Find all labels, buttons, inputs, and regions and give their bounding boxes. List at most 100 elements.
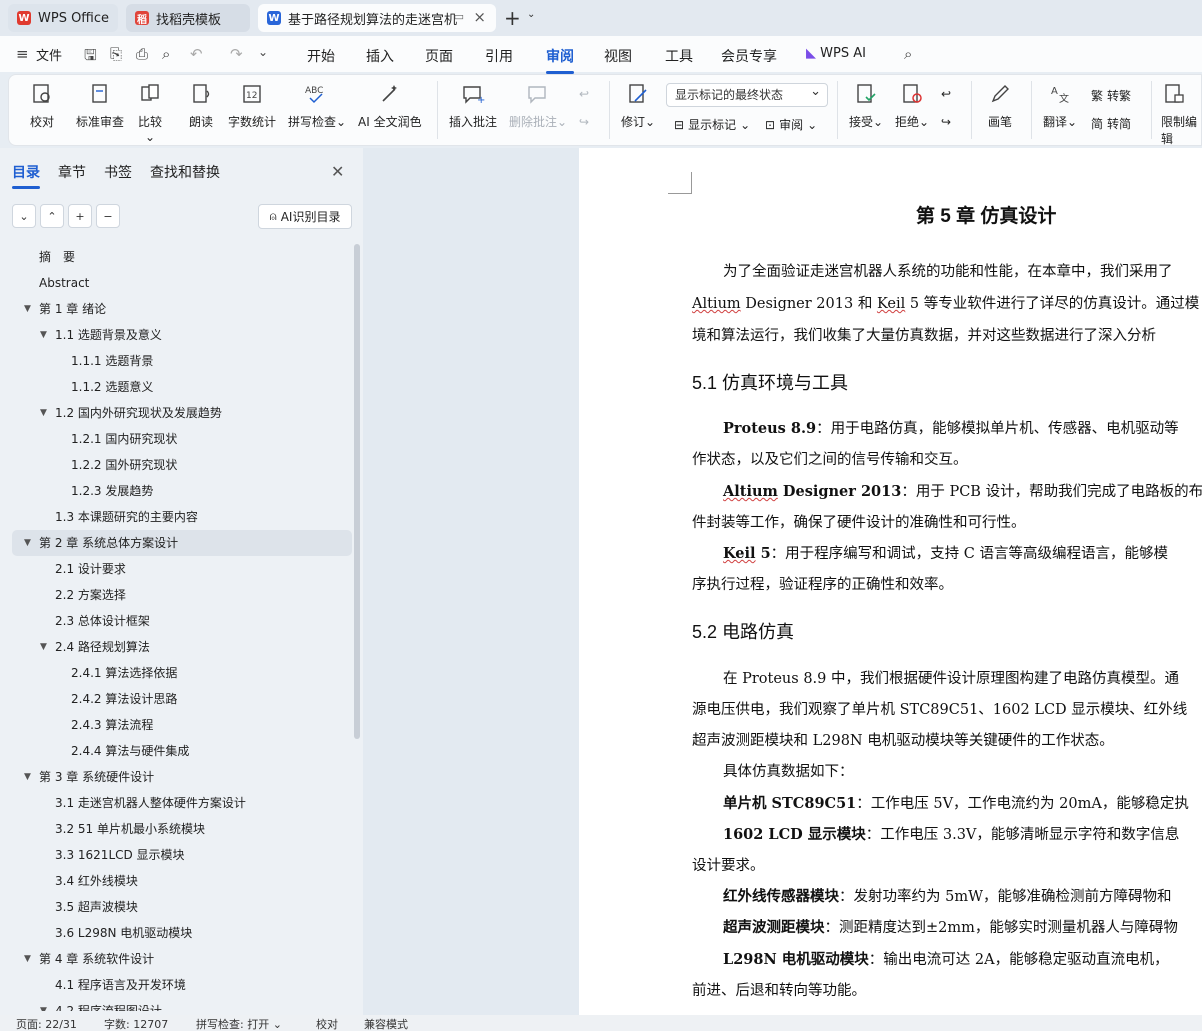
- tab-find-replace[interactable]: 查找和替换: [150, 162, 220, 189]
- tab-bookmarks[interactable]: 书签: [104, 162, 132, 189]
- toc-item[interactable]: 1.2.3 发展趋势: [12, 478, 352, 504]
- toc-item[interactable]: 3.1 走迷宫机器人整体硬件方案设计: [12, 790, 352, 816]
- expand-down-icon[interactable]: ⌄: [12, 204, 36, 228]
- expand-arrow-icon[interactable]: ▼: [40, 998, 47, 1011]
- toc-item[interactable]: ▼ 第 4 章 系统软件设计: [12, 946, 352, 972]
- file-menu[interactable]: 文件: [36, 45, 62, 64]
- read-aloud-button[interactable]: 朗读: [188, 81, 214, 130]
- toc-item[interactable]: 3.6 L298N 电机驱动模块: [12, 920, 352, 946]
- translate-button[interactable]: A 文翻译⌄: [1043, 81, 1077, 130]
- expand-arrow-icon[interactable]: ▼: [40, 400, 47, 426]
- toc-item[interactable]: 1.3 本课题研究的主要内容: [12, 504, 352, 530]
- expand-arrow-icon[interactable]: ▼: [40, 322, 47, 348]
- previous-change-icon[interactable]: ↩: [941, 87, 951, 101]
- wps-ai-button[interactable]: ◣ WPS AI: [806, 46, 866, 61]
- print-preview-icon[interactable]: ⌕: [162, 45, 170, 63]
- toc-item[interactable]: 1.2.1 国内研究现状: [12, 426, 352, 452]
- toc-item[interactable]: 4.1 程序语言及开发环境: [12, 972, 352, 998]
- close-pane-icon[interactable]: ✕: [331, 162, 344, 181]
- expand-arrow-icon[interactable]: ▼: [24, 764, 31, 790]
- export-icon[interactable]: ⎘: [110, 45, 122, 63]
- redo-icon[interactable]: ↷: [230, 45, 243, 63]
- toc-item[interactable]: 2.1 设计要求: [12, 556, 352, 582]
- tab-docer-templates[interactable]: 稻 找稻壳模板: [126, 4, 250, 32]
- display-mode-select[interactable]: 显示标记的最终状态: [666, 81, 828, 107]
- toc-item[interactable]: 摘 要: [12, 244, 352, 270]
- toc-item[interactable]: 1.1.1 选题背景: [12, 348, 352, 374]
- toc-item[interactable]: ▼ 第 1 章 绪论: [12, 296, 352, 322]
- toc-item[interactable]: ▼ 1.1 选题背景及意义: [12, 322, 352, 348]
- next-comment-icon[interactable]: ↪: [579, 115, 589, 129]
- toc-item[interactable]: 2.2 方案选择: [12, 582, 352, 608]
- toc-item[interactable]: 3.3 1621LCD 显示模块: [12, 842, 352, 868]
- menu-page[interactable]: 页面: [425, 46, 453, 66]
- insert-comment-button[interactable]: + 插入批注: [449, 81, 497, 130]
- show-marks-button[interactable]: ⊟ 显示标记 ⌄: [674, 116, 750, 133]
- page-indicator[interactable]: 页面: 22/31: [16, 1016, 77, 1031]
- compare-button[interactable]: 比较 ⌄: [137, 81, 163, 144]
- toc-item[interactable]: 3.5 超声波模块: [12, 894, 352, 920]
- word-count-button[interactable]: 12 字数统计: [228, 81, 276, 130]
- proofread-button[interactable]: 校对: [29, 81, 55, 130]
- chevron-down-icon[interactable]: ⌄: [527, 9, 535, 20]
- expand-arrow-icon[interactable]: ▼: [24, 946, 31, 972]
- reject-button[interactable]: 拒绝⌄: [895, 81, 929, 130]
- previous-comment-icon[interactable]: ↩: [579, 87, 589, 101]
- menu-insert[interactable]: 插入: [366, 46, 394, 66]
- monitor-icon[interactable]: ▭: [454, 10, 464, 23]
- toc-item[interactable]: ▼ 1.2 国内外研究现状及发展趋势: [12, 400, 352, 426]
- ai-polish-button[interactable]: AI 全文润色: [358, 81, 422, 130]
- to-simplified-button[interactable]: 简转简: [1091, 115, 1131, 132]
- toc-item[interactable]: 2.3 总体设计框架: [12, 608, 352, 634]
- track-changes-button[interactable]: 修订⌄: [621, 81, 655, 130]
- toc-item-selected[interactable]: ▼ 第 2 章 系统总体方案设计: [12, 530, 352, 556]
- spell-check-toggle[interactable]: 拼写检查: 打开 ⌄: [196, 1016, 282, 1031]
- tab-sections[interactable]: 章节: [58, 162, 86, 189]
- spell-check-button[interactable]: ABC 拼写检查⌄: [288, 81, 346, 130]
- toc-item[interactable]: 1.2.2 国外研究现状: [12, 452, 352, 478]
- toc-item[interactable]: ▼ 第 3 章 系统硬件设计: [12, 764, 352, 790]
- hamburger-icon[interactable]: ≡: [16, 45, 29, 63]
- to-traditional-button[interactable]: 繁转繁: [1091, 87, 1131, 104]
- toc-item[interactable]: 3.4 红外线模块: [12, 868, 352, 894]
- quick-access-more-icon[interactable]: ⌄: [258, 45, 268, 59]
- delete-comment-button[interactable]: 删除批注⌄: [509, 81, 567, 130]
- menu-view[interactable]: 视图: [604, 46, 632, 66]
- toc-item[interactable]: Abstract: [12, 270, 352, 296]
- tab-current-document[interactable]: W 基于路径规划算法的走迷宫机 ▭ ×: [258, 4, 496, 32]
- proofread-status[interactable]: 校对: [316, 1016, 338, 1031]
- expand-arrow-icon[interactable]: ▼: [24, 530, 31, 556]
- new-tab-icon[interactable]: +: [504, 6, 521, 30]
- toc-item[interactable]: 2.4.4 算法与硬件集成: [12, 738, 352, 764]
- restrict-edit-button[interactable]: 限制编辑: [1161, 81, 1201, 147]
- tab-toc[interactable]: 目录: [12, 162, 40, 189]
- expand-arrow-icon[interactable]: ▼: [24, 296, 31, 322]
- menu-references[interactable]: 引用: [485, 46, 513, 66]
- accept-button[interactable]: 接受⌄: [849, 81, 883, 130]
- expand-arrow-icon[interactable]: ▼: [40, 634, 47, 660]
- menu-home[interactable]: 开始: [307, 46, 335, 66]
- review-pane-button[interactable]: ⊡ 审阅 ⌄: [765, 116, 817, 133]
- toc-item[interactable]: ▼ 2.4 路径规划算法: [12, 634, 352, 660]
- search-icon[interactable]: ⌕: [904, 45, 912, 63]
- toc-item[interactable]: 2.4.1 算法选择依据: [12, 660, 352, 686]
- menu-tools[interactable]: 工具: [665, 46, 693, 66]
- undo-icon[interactable]: ↶: [190, 45, 203, 63]
- standard-review-button[interactable]: 标准审查: [76, 81, 124, 130]
- tab-wps-office[interactable]: W WPS Office: [8, 4, 118, 32]
- collapse-up-icon[interactable]: ⌃: [40, 204, 64, 228]
- next-change-icon[interactable]: ↪: [941, 115, 951, 129]
- word-count-indicator[interactable]: 字数: 12707: [104, 1016, 168, 1031]
- menu-review[interactable]: 审阅: [546, 46, 574, 74]
- ai-recognize-toc-button[interactable]: ⍝ AI识别目录: [258, 204, 352, 229]
- save-icon[interactable]: 🖫: [84, 45, 97, 70]
- document-page[interactable]: 第 5 章 仿真设计 为了全面验证走迷宫机器人系统的功能和性能，在本章中，我们采…: [579, 148, 1202, 1015]
- toc-item[interactable]: 2.4.2 算法设计思路: [12, 686, 352, 712]
- toc-item[interactable]: 2.4.3 算法流程: [12, 712, 352, 738]
- close-tab-icon[interactable]: ×: [473, 8, 486, 26]
- toc-item[interactable]: ▼ 4.2 程序流程图设计: [12, 998, 352, 1011]
- toc-scrollbar[interactable]: [354, 244, 360, 739]
- menu-member[interactable]: 会员专享: [721, 46, 777, 66]
- pen-button[interactable]: 画笔: [987, 81, 1013, 130]
- add-heading-icon[interactable]: +: [68, 204, 92, 228]
